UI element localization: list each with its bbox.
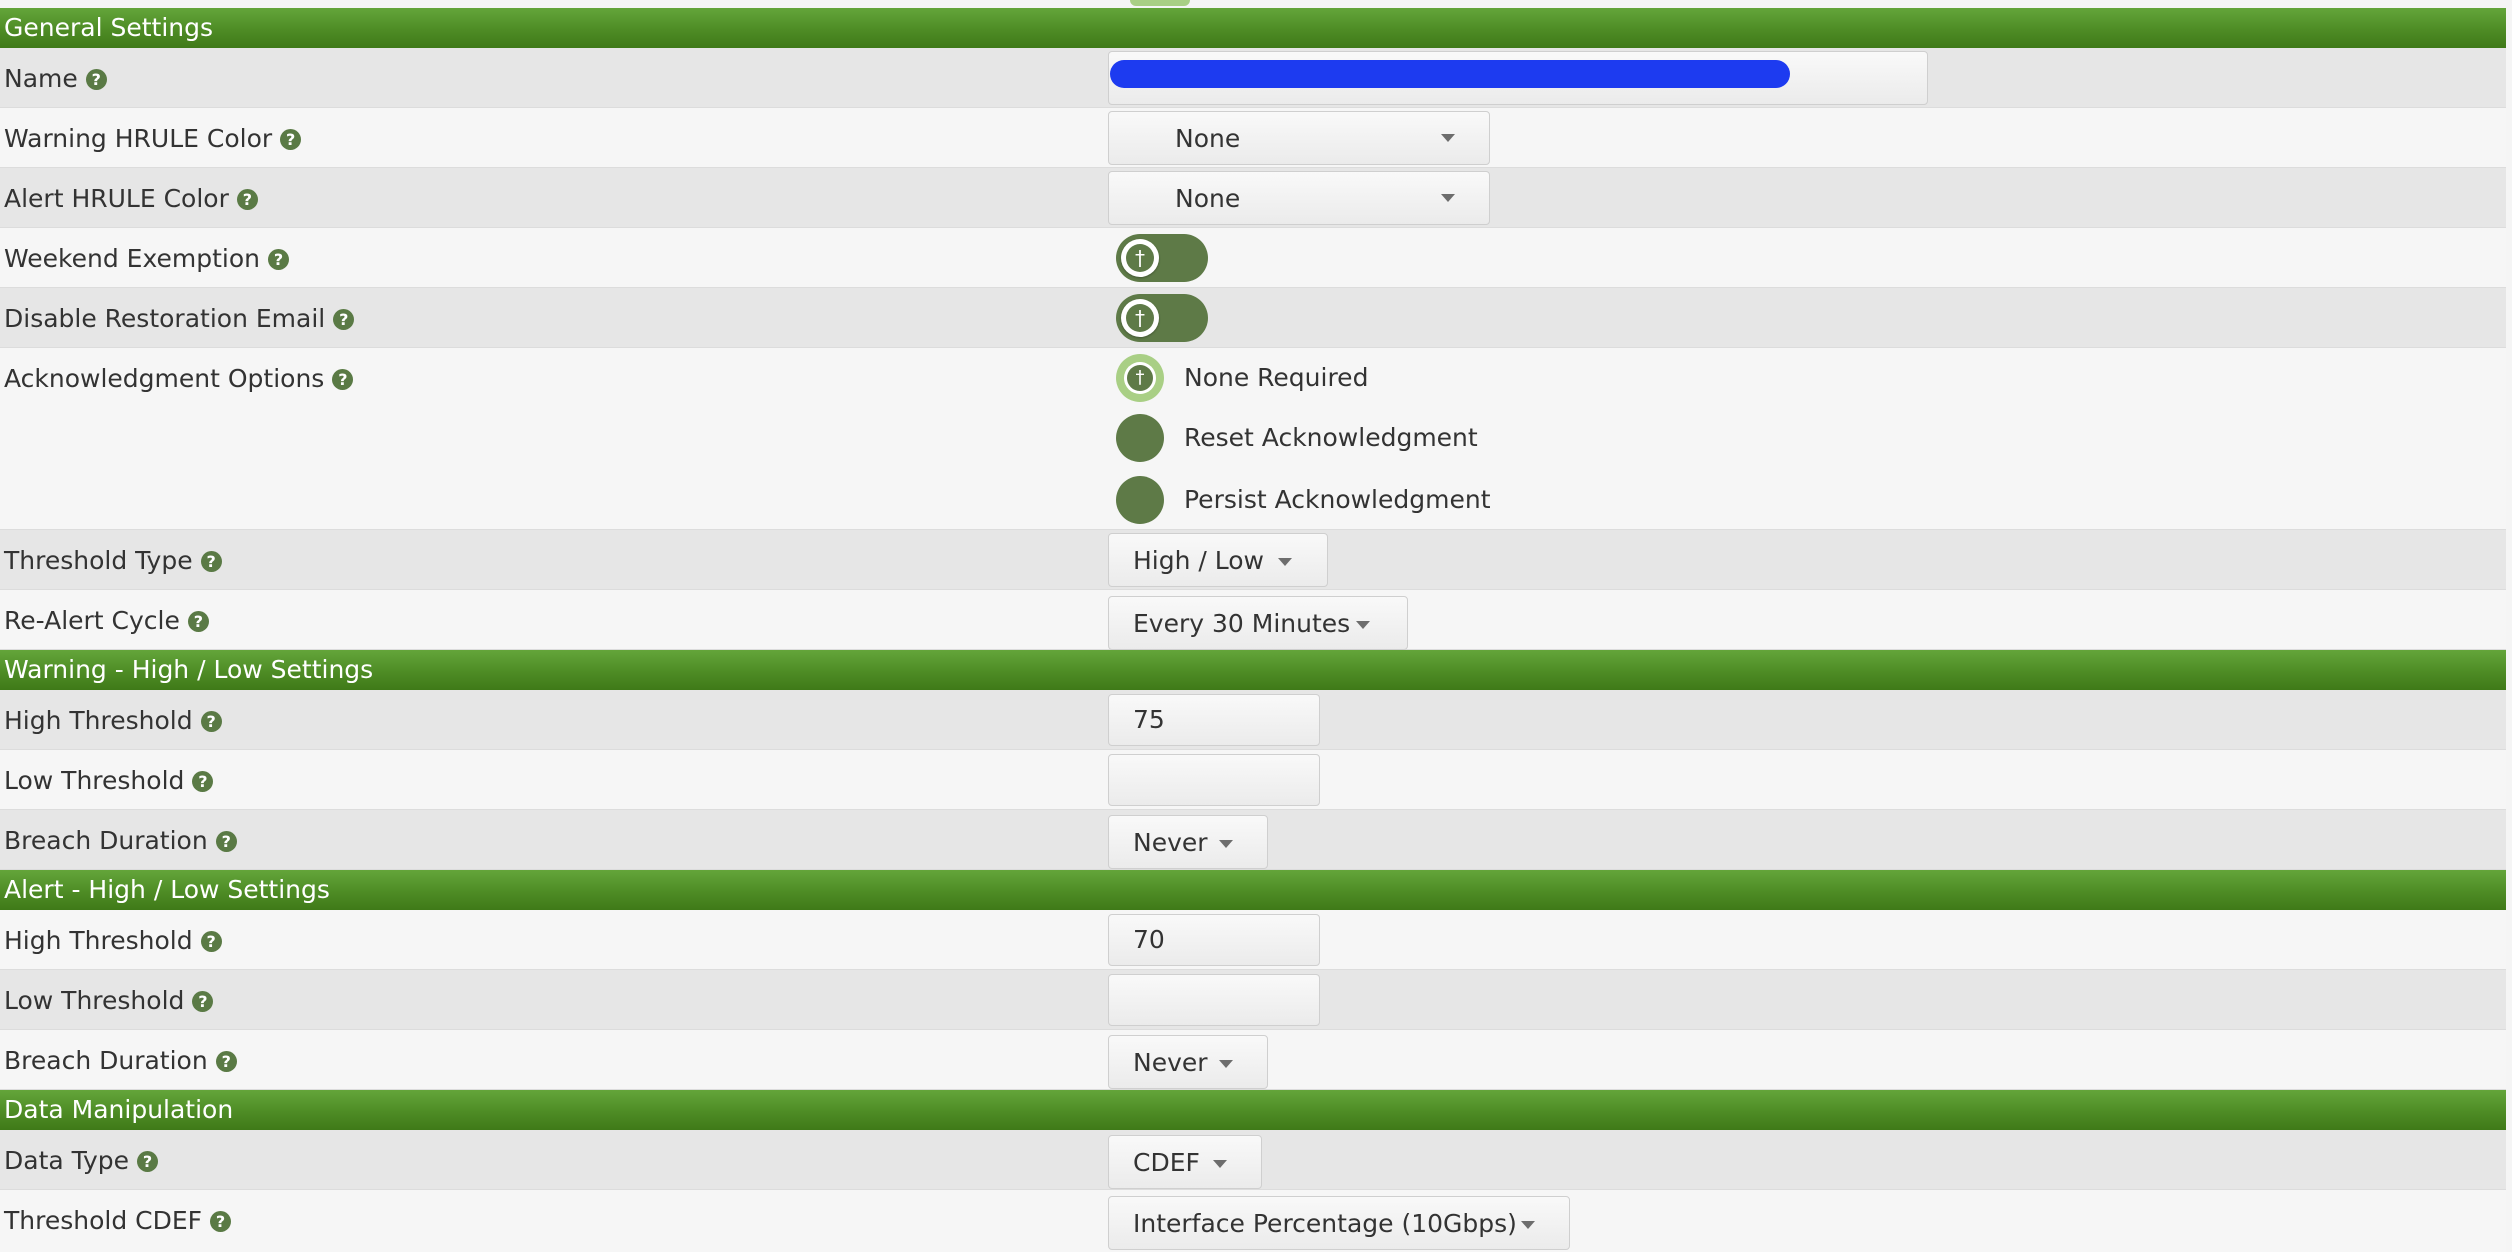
- threshold-type-label: Threshold Type?: [4, 530, 222, 590]
- help-icon[interactable]: ?: [192, 770, 214, 792]
- chevron-down-icon: [1213, 1160, 1227, 1168]
- radio-persist-acknowledgment[interactable]: [1116, 476, 1164, 524]
- row-warning-low-threshold: Low Threshold?: [0, 750, 2506, 810]
- help-icon[interactable]: ?: [200, 930, 222, 952]
- warning-high-threshold-input[interactable]: 75: [1108, 694, 1320, 746]
- row-alert-breach-duration: Breach Duration? Never: [0, 1030, 2506, 1090]
- row-data-type: Data Type? CDEF: [0, 1130, 2506, 1190]
- weekend-exemption-label: Weekend Exemption?: [4, 228, 289, 288]
- help-icon[interactable]: ?: [333, 308, 355, 330]
- re-alert-cycle-label: Re-Alert Cycle?: [4, 590, 209, 650]
- radio-reset-acknowledgment[interactable]: [1116, 414, 1164, 462]
- section-alert-settings: Alert - High / Low Settings: [0, 870, 2506, 910]
- row-weekend-exemption: Weekend Exemption? †: [0, 228, 2506, 288]
- help-icon[interactable]: ?: [210, 1210, 232, 1232]
- alert-hrule-color-label: Alert HRULE Color?: [4, 168, 258, 228]
- toggle-knob: †: [1121, 239, 1159, 277]
- row-warning-hrule-color: Warning HRULE Color? None: [0, 108, 2506, 168]
- row-threshold-type: Threshold Type? High / Low: [0, 530, 2506, 590]
- row-alert-high-threshold: High Threshold? 70: [0, 910, 2506, 970]
- name-label: Name?: [4, 48, 107, 108]
- section-data-manipulation: Data Manipulation: [0, 1090, 2506, 1130]
- row-threshold-cdef: Threshold CDEF? Interface Percentage (10…: [0, 1190, 2506, 1252]
- row-alert-hrule-color: Alert HRULE Color? None: [0, 168, 2506, 228]
- grip-icon: †: [1126, 304, 1154, 332]
- warning-hrule-color-label: Warning HRULE Color?: [4, 108, 302, 168]
- row-warning-breach-duration: Breach Duration? Never: [0, 810, 2506, 870]
- acknowledgment-options-label: Acknowledgment Options?: [4, 348, 354, 408]
- row-alert-low-threshold: Low Threshold?: [0, 970, 2506, 1030]
- row-warning-high-threshold: High Threshold? 75: [0, 690, 2506, 750]
- warning-low-threshold-label: Low Threshold?: [4, 750, 214, 810]
- section-warning-settings: Warning - High / Low Settings: [0, 650, 2506, 690]
- disable-restoration-email-toggle[interactable]: †: [1116, 294, 1208, 342]
- warning-low-threshold-input[interactable]: [1108, 754, 1320, 806]
- alert-low-threshold-input[interactable]: [1108, 974, 1320, 1026]
- disable-restoration-email-label: Disable Restoration Email?: [4, 288, 355, 348]
- chevron-down-icon: [1219, 1060, 1233, 1068]
- help-icon[interactable]: ?: [137, 1150, 159, 1172]
- data-type-label: Data Type?: [4, 1130, 159, 1190]
- scroll-remnant: [1130, 0, 1190, 6]
- chevron-down-icon: [1441, 134, 1455, 142]
- data-type-select[interactable]: CDEF: [1108, 1135, 1262, 1189]
- chevron-down-icon: [1521, 1221, 1535, 1229]
- radio-label-persist-acknowledgment[interactable]: Persist Acknowledgment: [1184, 480, 1491, 520]
- chevron-down-icon: [1441, 194, 1455, 202]
- section-title: Warning - High / Low Settings: [4, 655, 374, 684]
- section-title: General Settings: [4, 13, 214, 42]
- threshold-cdef-select[interactable]: Interface Percentage (10Gbps): [1108, 1196, 1570, 1250]
- re-alert-cycle-select[interactable]: Every 30 Minutes: [1108, 596, 1408, 650]
- warning-hrule-color-select[interactable]: None: [1108, 111, 1490, 165]
- section-general-settings: General Settings: [0, 8, 2506, 48]
- redaction-mark: [1110, 60, 1790, 88]
- toggle-knob: †: [1121, 299, 1159, 337]
- row-re-alert-cycle: Re-Alert Cycle? Every 30 Minutes: [0, 590, 2506, 650]
- weekend-exemption-toggle[interactable]: †: [1116, 234, 1208, 282]
- help-icon[interactable]: ?: [200, 550, 222, 572]
- chevron-down-icon: [1356, 621, 1370, 629]
- help-icon[interactable]: ?: [187, 610, 209, 632]
- chevron-down-icon: [1219, 840, 1233, 848]
- grip-icon: †: [1127, 365, 1153, 391]
- warning-breach-duration-label: Breach Duration?: [4, 810, 237, 870]
- threshold-settings-form: General Settings Name? Warning HRULE Col…: [0, 0, 2506, 1252]
- radio-none-required[interactable]: †: [1116, 354, 1164, 402]
- help-icon[interactable]: ?: [200, 710, 222, 732]
- warning-breach-duration-select[interactable]: Never: [1108, 815, 1268, 869]
- alert-low-threshold-label: Low Threshold?: [4, 970, 214, 1030]
- help-icon[interactable]: ?: [236, 188, 258, 210]
- warning-high-threshold-label: High Threshold?: [4, 690, 222, 750]
- threshold-type-select[interactable]: High / Low: [1108, 533, 1328, 587]
- section-title: Alert - High / Low Settings: [4, 875, 330, 904]
- alert-breach-duration-label: Breach Duration?: [4, 1030, 237, 1090]
- threshold-cdef-label: Threshold CDEF?: [4, 1190, 232, 1250]
- alert-breach-duration-select[interactable]: Never: [1108, 1035, 1268, 1089]
- radio-label-none-required[interactable]: None Required: [1184, 358, 1368, 398]
- help-icon[interactable]: ?: [215, 1050, 237, 1072]
- chevron-down-icon: [1278, 558, 1292, 566]
- help-icon[interactable]: ?: [85, 68, 107, 90]
- help-icon[interactable]: ?: [332, 368, 354, 390]
- alert-hrule-color-select[interactable]: None: [1108, 171, 1490, 225]
- alert-high-threshold-label: High Threshold?: [4, 910, 222, 970]
- help-icon[interactable]: ?: [215, 830, 237, 852]
- help-icon[interactable]: ?: [280, 128, 302, 150]
- row-disable-restoration-email: Disable Restoration Email? †: [0, 288, 2506, 348]
- radio-label-reset-acknowledgment[interactable]: Reset Acknowledgment: [1184, 418, 1478, 458]
- section-title: Data Manipulation: [4, 1095, 234, 1124]
- row-acknowledgment-options: Acknowledgment Options? † None Required …: [0, 348, 2506, 530]
- help-icon[interactable]: ?: [192, 990, 214, 1012]
- help-icon[interactable]: ?: [267, 248, 289, 270]
- alert-high-threshold-input[interactable]: 70: [1108, 914, 1320, 966]
- grip-icon: †: [1126, 244, 1154, 272]
